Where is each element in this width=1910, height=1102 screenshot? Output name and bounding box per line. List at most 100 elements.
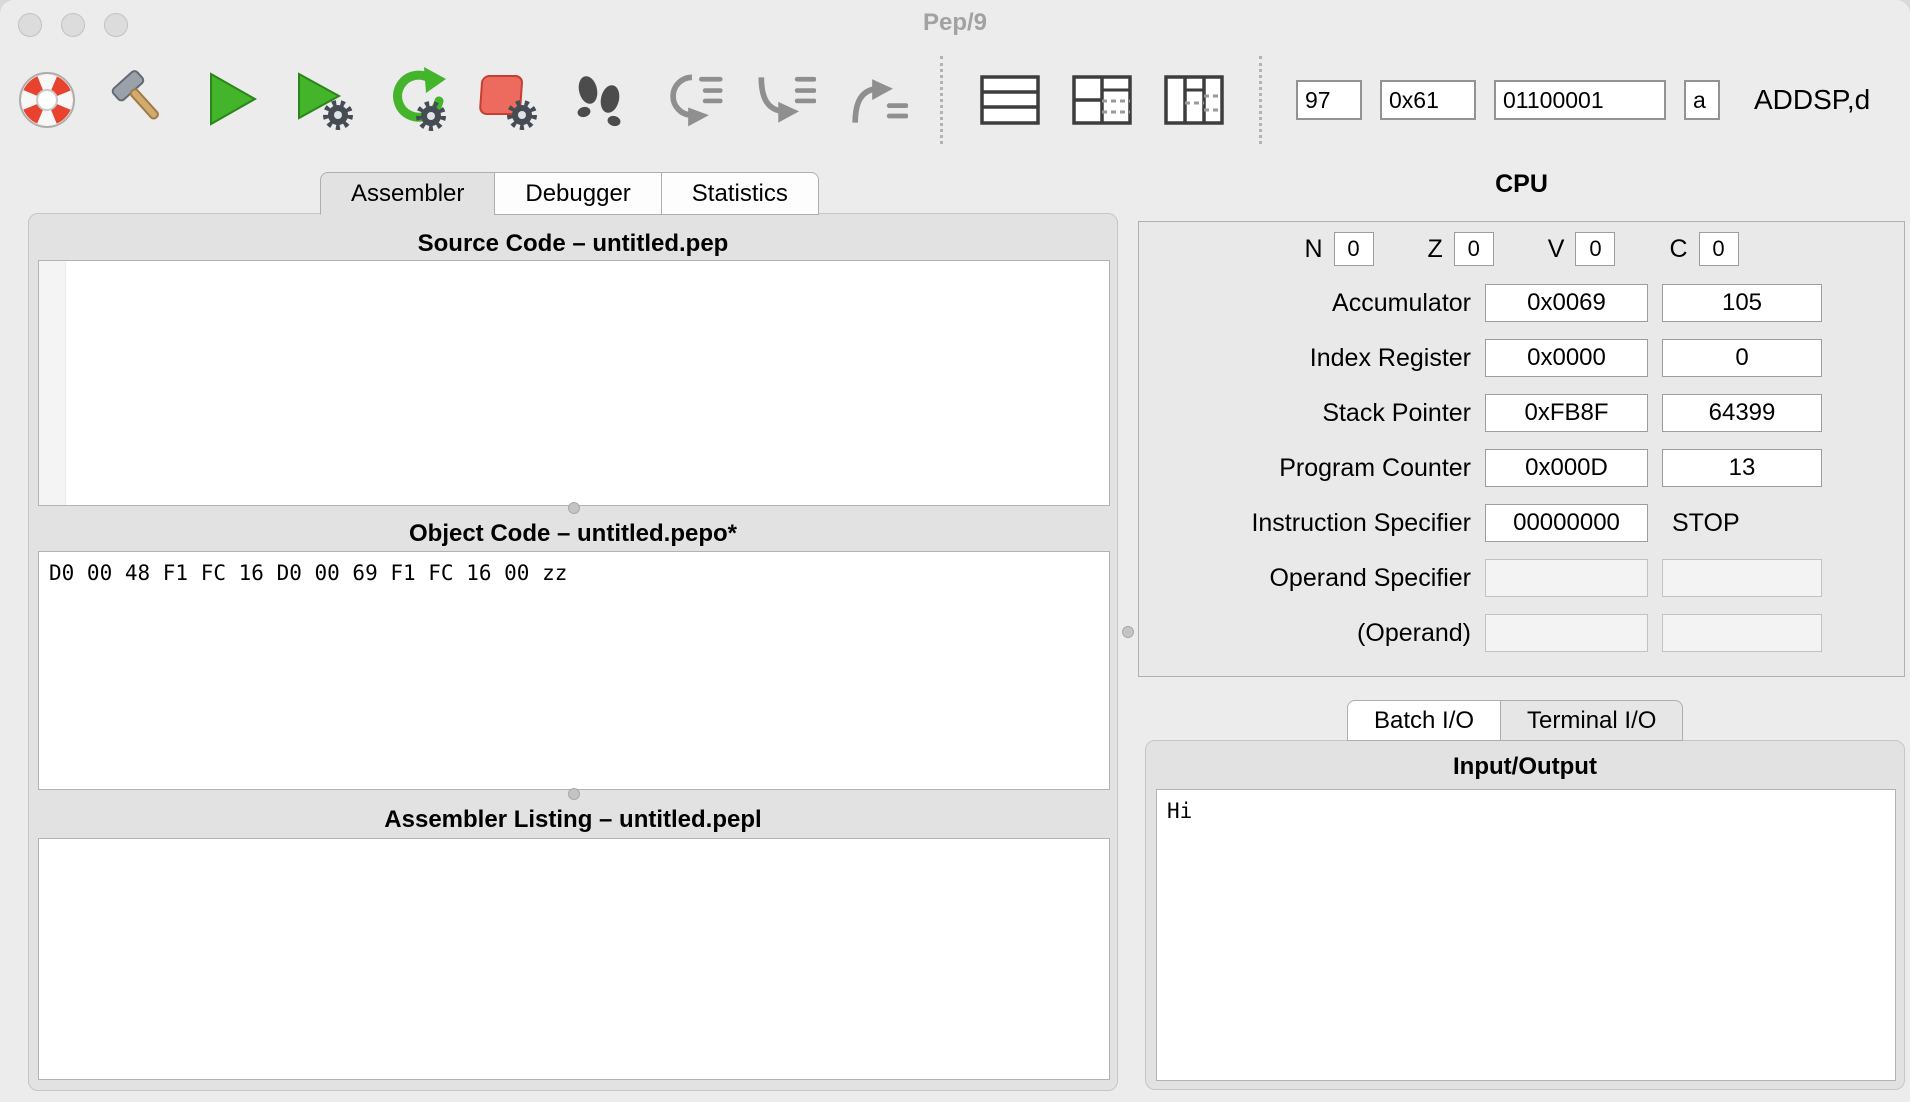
decimal-converter-input[interactable] xyxy=(1296,80,1362,120)
flag-z: Z 0 xyxy=(1428,232,1494,266)
index-register-hex-value: 0x0000 xyxy=(1485,339,1648,377)
build-button[interactable] xyxy=(106,54,172,146)
layout-code-cpu-memory-icon xyxy=(1164,75,1224,125)
instruction-specifier-label: Instruction Specifier xyxy=(1251,508,1471,537)
play-gear-icon xyxy=(298,72,353,130)
restart-debug-button[interactable] xyxy=(382,54,448,146)
toolbar-separator xyxy=(940,56,943,144)
register-row-index: Index Register 0x0000 0 xyxy=(1155,339,1822,377)
splitter-handle[interactable] xyxy=(568,502,580,514)
source-code-editor[interactable] xyxy=(39,261,1109,505)
traffic-lights xyxy=(18,13,128,37)
source-code-title: Source Code – untitled.pep xyxy=(417,230,729,257)
register-row-stack-pointer: Stack Pointer 0xFB8F 64399 xyxy=(1155,394,1822,432)
view-code-cpu-button[interactable] xyxy=(1069,54,1135,146)
io-title: Input/Output xyxy=(1453,753,1597,780)
main-tab-bar: Assembler Debugger Statistics xyxy=(320,172,819,215)
object-code-title: Object Code – untitled.pepo* xyxy=(408,520,738,547)
operand-specifier-dec-value xyxy=(1662,559,1822,597)
tab-batch-io[interactable]: Batch I/O xyxy=(1347,700,1502,741)
flag-c-value: 0 xyxy=(1698,232,1739,266)
view-code-cpu-memory-button[interactable] xyxy=(1161,54,1227,146)
play-icon xyxy=(210,72,258,126)
io-pane: Input/Output Hi xyxy=(1145,740,1905,1090)
cpu-title: CPU xyxy=(1495,170,1548,198)
stop-debug-button[interactable] xyxy=(474,54,540,146)
tab-assembler[interactable]: Assembler xyxy=(320,172,496,215)
layout-code-cpu-icon xyxy=(1072,75,1132,125)
io-editor-frame: Hi xyxy=(1156,789,1896,1081)
instruction-mnemonic-label: ADDSP,d xyxy=(1754,84,1871,115)
register-row-instruction-specifier: Instruction Specifier 00000000 STOP xyxy=(1155,504,1822,542)
step-out-icon xyxy=(852,79,908,123)
run-button[interactable] xyxy=(198,54,264,146)
index-register-dec-value: 0 xyxy=(1662,339,1822,377)
circular-arrow-gear-icon xyxy=(393,67,446,131)
flag-z-label: Z xyxy=(1427,234,1443,263)
cpu-register-rows: Accumulator 0x0069 105 Index Register 0x… xyxy=(1155,284,1822,652)
program-counter-hex-value: 0x000D xyxy=(1485,449,1648,487)
step-over-button[interactable] xyxy=(658,54,724,146)
step-over-icon xyxy=(670,74,723,127)
vertical-splitter-handle[interactable] xyxy=(1122,626,1134,638)
debug-button[interactable] xyxy=(290,54,356,146)
accumulator-label: Accumulator xyxy=(1332,288,1471,317)
zoom-window-button[interactable] xyxy=(104,13,128,37)
flag-z-value: 0 xyxy=(1453,232,1494,266)
cpu-flags-row: N 0 Z 0 V 0 C 0 xyxy=(1139,232,1904,266)
cpu-panel: N 0 Z 0 V 0 C 0 Accumulator 0x0069 105 I… xyxy=(1138,221,1905,677)
assembler-listing-frame xyxy=(38,838,1110,1080)
step-into-button[interactable] xyxy=(750,54,816,146)
hex-converter-input[interactable] xyxy=(1380,80,1476,120)
object-code-editor[interactable]: D0 00 48 F1 FC 16 D0 00 69 F1 FC 16 00 z… xyxy=(39,552,1109,789)
minimize-window-button[interactable] xyxy=(61,13,85,37)
ascii-converter-input[interactable] xyxy=(1684,80,1720,120)
close-window-button[interactable] xyxy=(18,13,42,37)
assembler-listing-editor[interactable] xyxy=(39,839,1109,1079)
io-tab-bar: Batch I/O Terminal I/O xyxy=(1347,700,1684,741)
accumulator-hex-value: 0x0069 xyxy=(1485,284,1648,322)
layout-code-icon xyxy=(980,75,1040,125)
flag-v-value: 0 xyxy=(1575,232,1616,266)
binary-converter-input[interactable] xyxy=(1494,80,1666,120)
step-into-icon xyxy=(758,76,816,123)
tab-statistics[interactable]: Statistics xyxy=(660,172,819,215)
flag-n: N 0 xyxy=(1304,232,1374,266)
single-step-button[interactable] xyxy=(566,54,632,146)
step-out-button[interactable] xyxy=(842,54,908,146)
operand-hex-value xyxy=(1485,614,1648,652)
flag-v: V 0 xyxy=(1548,232,1616,266)
footprints-icon xyxy=(577,76,621,127)
toolbar: ADDSP,d xyxy=(0,44,1910,156)
tab-terminal-io[interactable]: Terminal I/O xyxy=(1500,700,1684,741)
assembler-pane: Source Code – untitled.pep Object Code –… xyxy=(28,213,1118,1091)
flag-n-label: N xyxy=(1304,234,1323,263)
flag-v-label: V xyxy=(1547,234,1565,263)
program-counter-label: Program Counter xyxy=(1279,453,1471,482)
object-code-editor-frame: D0 00 48 F1 FC 16 D0 00 69 F1 FC 16 00 z… xyxy=(38,551,1110,790)
flag-n-value: 0 xyxy=(1333,232,1374,266)
operand-specifier-hex-value xyxy=(1485,559,1648,597)
help-button[interactable] xyxy=(14,54,80,146)
tab-debugger[interactable]: Debugger xyxy=(494,172,662,215)
index-register-label: Index Register xyxy=(1309,343,1471,372)
splitter-handle[interactable] xyxy=(568,788,580,800)
io-editor[interactable]: Hi xyxy=(1157,790,1895,1080)
register-row-operand: (Operand) xyxy=(1155,614,1822,652)
flag-c: C 0 xyxy=(1669,232,1739,266)
assembler-listing-title: Assembler Listing – untitled.pepl xyxy=(384,806,762,833)
register-row-operand-specifier: Operand Specifier xyxy=(1155,559,1822,597)
toolbar-separator xyxy=(1259,56,1262,144)
window-title: Pep/9 xyxy=(922,9,988,36)
program-counter-dec-value: 13 xyxy=(1662,449,1822,487)
app-window: Pep/9 97 0x61 01100001 a ADDSP,d Assembl… xyxy=(0,0,1910,1102)
operand-specifier-label: Operand Specifier xyxy=(1269,563,1471,592)
register-row-accumulator: Accumulator 0x0069 105 xyxy=(1155,284,1822,322)
red-stop-gear-icon xyxy=(479,75,537,130)
stack-pointer-label: Stack Pointer xyxy=(1322,398,1471,427)
hammer-icon xyxy=(111,70,159,120)
accumulator-dec-value: 105 xyxy=(1662,284,1822,322)
lifebuoy-icon xyxy=(19,72,75,128)
instruction-specifier-bin-value: 00000000 xyxy=(1485,504,1648,542)
view-code-button[interactable] xyxy=(977,54,1043,146)
